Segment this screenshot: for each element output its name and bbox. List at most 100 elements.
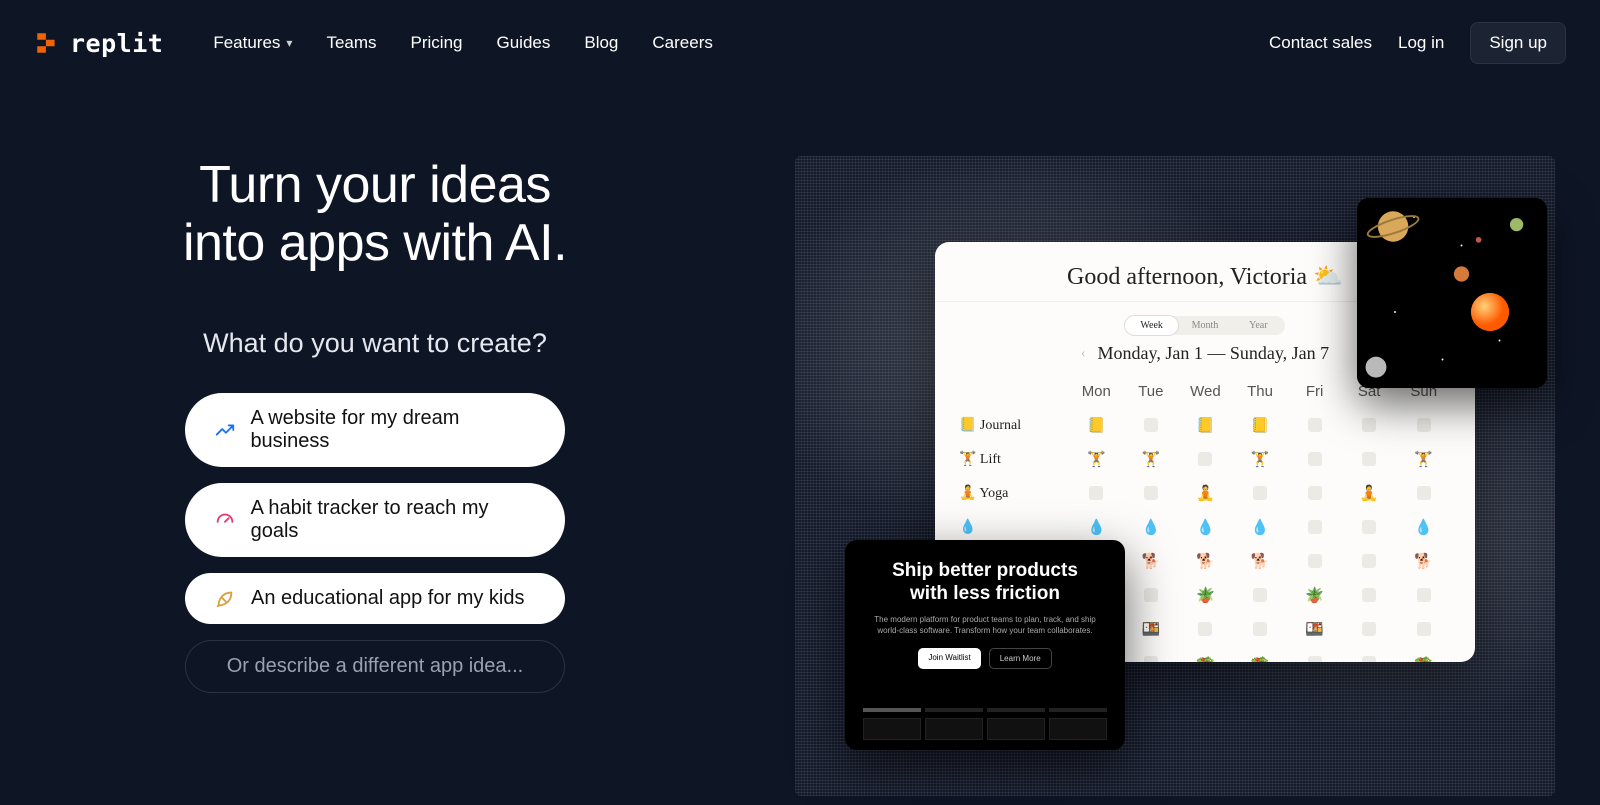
habit-cell[interactable] [1233,588,1288,602]
habit-cell[interactable]: 🐕 [1233,552,1288,571]
rocket-icon [213,588,237,610]
habit-cell[interactable] [1342,452,1397,466]
app-idea-input[interactable]: Or describe a different app idea... [185,640,565,693]
habit-cell[interactable] [1342,622,1397,636]
habit-cell[interactable]: 🏋️ [1233,450,1288,469]
habit-cell[interactable]: 🍱 [1124,620,1179,639]
logo-icon [34,30,60,56]
suggestion-educational-app[interactable]: An educational app for my kids [185,573,565,624]
hero-section: Turn your ideas into apps with AI. What … [0,86,1600,796]
habit-cell[interactable] [1124,588,1179,602]
hero-title-line2: into apps with AI. [183,214,567,272]
habit-cell[interactable] [1124,418,1179,432]
nav-right: Contact sales Log in Sign up [1269,22,1566,64]
greeting-text: Good afternoon, Victoria [1067,264,1307,290]
product-tabs [863,698,1107,712]
nav-link-teams[interactable]: Teams [326,33,376,53]
nav-link-careers[interactable]: Careers [652,33,712,53]
habit-cell[interactable] [1233,622,1288,636]
trend-up-icon [213,419,236,441]
day-head: Tue [1124,383,1179,400]
nav-link-pricing[interactable]: Pricing [411,33,463,53]
habit-label: 🏋️ Lift [959,451,1069,468]
habit-label: 💧 [959,519,1069,536]
habit-cell[interactable]: 💧 [1396,518,1451,537]
habit-cell[interactable] [1342,418,1397,432]
logo[interactable]: replit [34,29,163,58]
habit-cell[interactable] [1287,554,1342,568]
habit-row: 📒 Journal📒📒📒 [959,408,1451,442]
habit-cell[interactable]: 🥗 [1178,654,1233,663]
habit-cell[interactable] [1124,656,1179,662]
habit-cell[interactable]: 🐕 [1396,552,1451,571]
hero-right: Good afternoon, Victoria ⛅ Week Month Ye… [750,156,1600,796]
product-title-line2: with less friction [910,583,1060,604]
habit-cell[interactable]: 💧 [1178,518,1233,537]
product-body: The modern platform for product teams to… [863,614,1107,636]
gauge-icon [213,509,237,531]
habit-cell[interactable]: 🐕 [1124,552,1179,571]
habit-cell[interactable]: 🏋️ [1124,450,1179,469]
nav-link-features[interactable]: Features ▾ [213,33,292,53]
habit-cell[interactable]: 💧 [1124,518,1179,537]
habit-cell[interactable] [1178,452,1233,466]
habit-cell[interactable]: 🐕 [1178,552,1233,571]
logo-text: replit [70,29,163,58]
login-link[interactable]: Log in [1398,33,1444,53]
habit-cell[interactable]: 📒 [1233,416,1288,435]
habit-cell[interactable]: 🧘 [1178,484,1233,503]
product-card: Ship better products with less friction … [845,540,1125,750]
habit-cell[interactable]: 🏋️ [1396,450,1451,469]
habit-cell[interactable] [1287,656,1342,662]
habit-cell[interactable] [1342,554,1397,568]
habit-cell[interactable] [1396,588,1451,602]
habit-cell[interactable] [1287,486,1342,500]
suggestion-label: An educational app for my kids [251,587,525,610]
habit-cell[interactable] [1396,622,1451,636]
product-panels [863,718,1107,740]
nav-link-label: Features [213,33,280,53]
habit-cell[interactable]: 🪴 [1178,586,1233,605]
tab-year[interactable]: Year [1232,316,1285,335]
habit-cell[interactable] [1287,418,1342,432]
top-nav: replit Features ▾ Teams Pricing Guides B… [0,0,1600,86]
habit-cell[interactable]: 🧘 [1342,484,1397,503]
habit-cell[interactable] [1124,486,1179,500]
habit-cell[interactable] [1178,622,1233,636]
tab-week[interactable]: Week [1125,316,1178,335]
suggestion-website[interactable]: A website for my dream business [185,393,565,467]
day-head: Fri [1287,383,1342,400]
suggestion-habit-tracker[interactable]: A habit tracker to reach my goals [185,483,565,557]
habit-cell[interactable] [1287,452,1342,466]
habit-cell[interactable]: 🥗 [1233,654,1288,663]
prev-week-icon[interactable]: ‹ [1081,346,1086,362]
habit-cell[interactable] [1233,486,1288,500]
habit-cell[interactable] [1069,486,1124,500]
habit-cell[interactable]: 🍱 [1287,620,1342,639]
habit-cell[interactable]: 🥗 [1396,654,1451,663]
nav-link-blog[interactable]: Blog [584,33,618,53]
nav-link-guides[interactable]: Guides [496,33,550,53]
habit-cell[interactable] [1342,520,1397,534]
tab-month[interactable]: Month [1178,316,1231,335]
contact-sales-link[interactable]: Contact sales [1269,33,1372,53]
signup-button[interactable]: Sign up [1470,22,1566,64]
habit-cell[interactable]: 📒 [1069,416,1124,435]
day-head: Wed [1178,383,1233,400]
habit-cell[interactable]: 💧 [1233,518,1288,537]
suggestion-label: A website for my dream business [250,407,537,453]
habit-cell[interactable] [1287,520,1342,534]
learn-more-button[interactable]: Learn More [989,648,1052,669]
habit-cell[interactable] [1396,418,1451,432]
habit-cell[interactable] [1396,486,1451,500]
habit-cell[interactable] [1342,588,1397,602]
habit-cell[interactable]: 📒 [1178,416,1233,435]
day-head: Thu [1233,383,1288,400]
product-title: Ship better products with less friction [892,560,1078,606]
habit-cell[interactable] [1342,656,1397,662]
habit-cell[interactable]: 🪴 [1287,586,1342,605]
join-waitlist-button[interactable]: Join Waitlist [918,648,980,669]
habit-cell[interactable]: 💧 [1069,518,1124,537]
habit-cell[interactable]: 🏋️ [1069,450,1124,469]
suggestion-label: A habit tracker to reach my goals [251,497,537,543]
